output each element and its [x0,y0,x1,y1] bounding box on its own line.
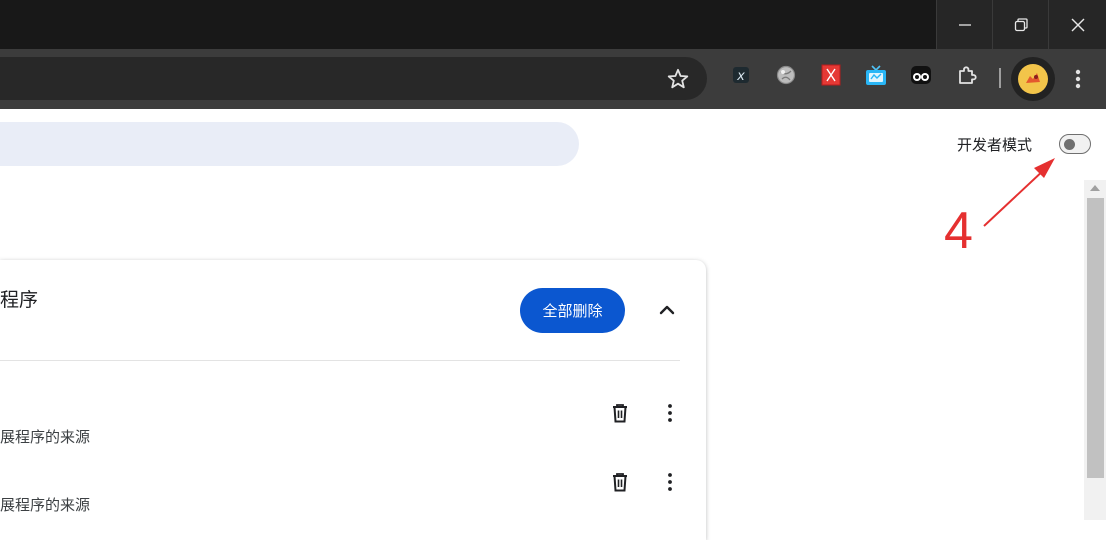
trash-icon[interactable] [609,402,631,424]
title-bar [0,0,1106,49]
developer-mode-label: 开发者模式 [957,136,1033,154]
toolbar-separator [999,68,1001,88]
address-bar[interactable] [0,57,707,100]
scrollbar-thumb[interactable] [1087,198,1104,478]
red-x-extension-icon[interactable] [818,62,844,88]
more-vert-icon[interactable] [659,402,681,424]
globe-extension-icon[interactable] [773,62,799,88]
more-vert-icon[interactable] [659,471,681,493]
restore-button[interactable] [992,0,1049,49]
tv-extension-icon[interactable] [863,62,889,88]
chevron-up-icon[interactable] [655,298,679,322]
close-icon [1071,18,1085,31]
card-divider [0,360,680,361]
browser-toolbar: x [0,49,1106,109]
profile-avatar[interactable] [1011,57,1055,101]
minimize-button[interactable] [936,0,993,49]
item-source-text: 展程序的来源 [0,428,91,446]
owl-extension-icon[interactable] [908,62,934,88]
x-extension-icon[interactable]: x [728,62,754,88]
more-vert-icon[interactable] [1066,65,1090,93]
puzzle-icon[interactable] [954,62,980,88]
minimize-icon [959,23,971,26]
item-source-text: 展程序的来源 [0,496,91,514]
trash-icon[interactable] [609,471,631,493]
card-title: 程序 [0,289,39,311]
annotation-number: 4 [944,202,973,260]
search-extensions-input[interactable] [0,122,579,166]
close-button[interactable] [1048,0,1106,49]
remove-all-button[interactable]: 全部删除 [520,288,625,333]
toggle-knob [1064,138,1075,150]
developer-mode-toggle[interactable] [1059,134,1091,154]
star-icon[interactable] [666,67,690,91]
scroll-up-arrow-icon[interactable] [1090,185,1100,191]
restore-icon [1014,17,1028,31]
svg-text:x: x [736,69,745,84]
